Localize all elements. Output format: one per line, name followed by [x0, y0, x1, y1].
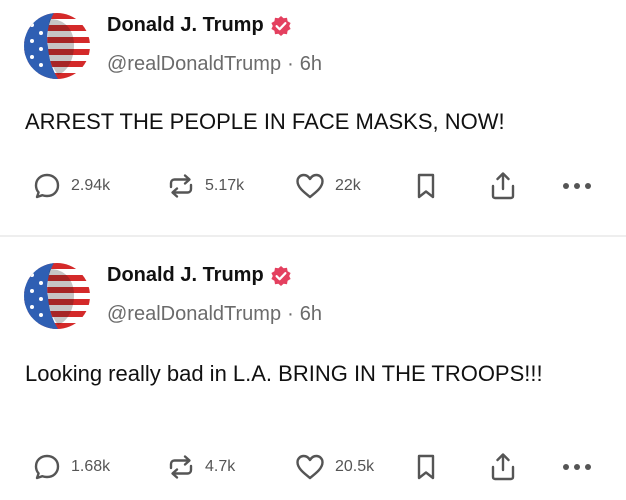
- author-row: Donald J. Trump: [107, 14, 292, 37]
- comment-bubble-icon: [34, 454, 60, 480]
- author-handle[interactable]: @realDonaldTrump: [107, 53, 281, 75]
- repost-button[interactable]: 4.7k: [166, 449, 235, 485]
- bookmark-icon: [417, 454, 435, 480]
- share-upload-icon: [491, 453, 515, 481]
- repost-count: 5.17k: [205, 177, 245, 194]
- post-text: ARREST THE PEOPLE IN FACE MASKS, NOW!: [25, 109, 505, 134]
- separator: ·: [287, 53, 294, 75]
- bookmark-icon: [417, 173, 435, 199]
- reply-button[interactable]: 1.68k: [32, 449, 110, 485]
- reply-button[interactable]: 2.94k: [32, 168, 110, 204]
- comment-bubble-icon: [34, 173, 60, 199]
- heart-icon: [296, 173, 324, 199]
- repost-count: 4.7k: [205, 458, 236, 475]
- handle-row: @realDonaldTrump · 6h: [107, 303, 322, 326]
- avatar[interactable]: [24, 13, 90, 79]
- more-dots-icon: [563, 464, 591, 470]
- like-button[interactable]: 20.5k: [294, 449, 374, 485]
- reply-count: 1.68k: [71, 458, 111, 475]
- repost-button[interactable]: 5.17k: [166, 168, 244, 204]
- more-button[interactable]: [560, 168, 594, 204]
- post-time[interactable]: 6h: [300, 303, 322, 325]
- like-count: 22k: [335, 177, 361, 194]
- post-time[interactable]: 6h: [300, 53, 322, 75]
- post: Donald J. Trump @realDonaldTrump · 6h Look…: [0, 238, 626, 500]
- share-upload-icon: [491, 172, 515, 200]
- author-name[interactable]: Donald J. Trump: [107, 14, 264, 37]
- handle-row: @realDonaldTrump · 6h: [107, 53, 322, 76]
- author-row: Donald J. Trump: [107, 264, 292, 287]
- like-button[interactable]: 22k: [294, 168, 361, 204]
- separator: ·: [287, 303, 294, 325]
- share-button[interactable]: [488, 449, 518, 485]
- author-handle[interactable]: @realDonaldTrump: [107, 303, 281, 325]
- like-count: 20.5k: [335, 458, 375, 475]
- bookmark-button[interactable]: [412, 168, 440, 204]
- action-bar: 2.94k 5.17k 22k: [32, 168, 602, 204]
- author-name[interactable]: Donald J. Trump: [107, 264, 264, 287]
- verified-badge-icon: [270, 15, 292, 37]
- reply-count: 2.94k: [71, 177, 111, 194]
- post: Donald J. Trump @realDonaldTrump · 6h ARRE…: [0, 0, 626, 236]
- repost-arrows-icon: [169, 455, 193, 479]
- more-button[interactable]: [560, 449, 594, 485]
- action-bar: 1.68k 4.7k 20.5k: [32, 449, 602, 485]
- heart-icon: [296, 454, 324, 480]
- bookmark-button[interactable]: [412, 449, 440, 485]
- verified-badge-icon: [270, 265, 292, 287]
- share-button[interactable]: [488, 168, 518, 204]
- avatar[interactable]: [24, 263, 90, 329]
- repost-arrows-icon: [169, 174, 193, 198]
- more-dots-icon: [563, 183, 591, 189]
- post-divider: [0, 235, 626, 237]
- post-text: Looking really bad in L.A. BRING IN THE …: [25, 361, 543, 386]
